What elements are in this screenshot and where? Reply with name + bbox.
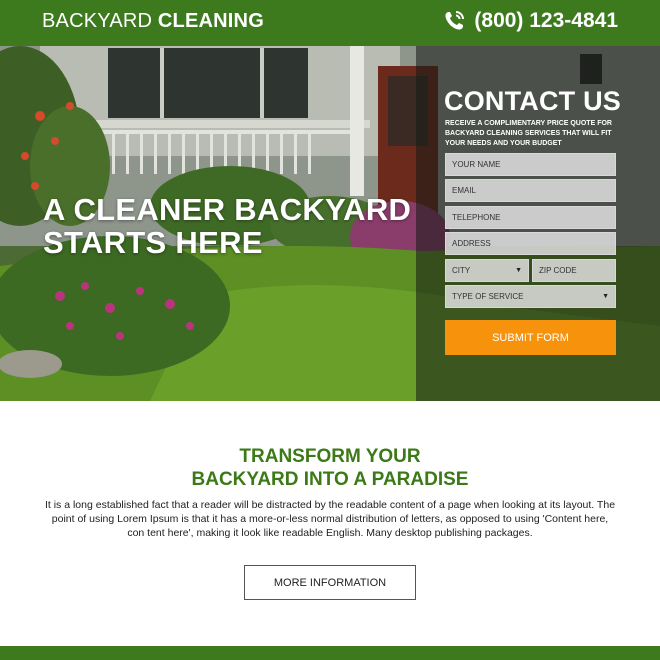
- service-select-value: TYPE OF SERVICE: [452, 292, 524, 301]
- brand-logo[interactable]: BACKYARD CLEANING: [42, 10, 264, 33]
- section-body-text: It is a long established fact that a rea…: [44, 499, 616, 539]
- hero-headline-line1: A CLEANER BACKYARD: [43, 192, 412, 227]
- brand-logo-bold: CLEANING: [157, 10, 264, 32]
- zip-field[interactable]: [532, 259, 616, 282]
- name-input[interactable]: [452, 154, 609, 175]
- service-select[interactable]: TYPE OF SERVICE ▼: [445, 285, 616, 308]
- email-input[interactable]: [452, 180, 609, 201]
- city-select-value: CITY: [452, 266, 471, 275]
- city-select[interactable]: CITY ▼: [445, 259, 529, 282]
- name-field[interactable]: [445, 153, 616, 176]
- contact-description: RECEIVE A COMPLIMENTARY PRICE QUOTE FOR …: [445, 120, 612, 147]
- chevron-down-icon: ▼: [602, 293, 609, 300]
- hero-headline-line2: STARTS HERE: [43, 225, 263, 260]
- section-title-line2: BACKYARD INTO A PARADISE: [191, 469, 469, 490]
- phone-number: (800) 123-4841: [474, 9, 618, 32]
- brand-logo-light: BACKYARD: [42, 10, 158, 32]
- address-input[interactable]: [452, 233, 609, 254]
- address-field[interactable]: [445, 232, 616, 255]
- more-information-button[interactable]: MORE INFORMATION: [244, 565, 416, 600]
- submit-form-button[interactable]: SUBMIT FORM: [445, 320, 616, 355]
- contact-form-panel: CONTACT US RECEIVE A COMPLIMENTARY PRICE…: [416, 46, 660, 401]
- phone-link[interactable]: (800) 123-4841: [442, 9, 618, 33]
- chevron-down-icon: ▼: [515, 267, 522, 274]
- footer-bar: [0, 646, 660, 660]
- zip-input[interactable]: [539, 260, 609, 281]
- contact-title: CONTACT US: [444, 86, 621, 116]
- section-title: TRANSFORM YOUR BACKYARD INTO A PARADISE: [0, 445, 660, 491]
- transform-section: TRANSFORM YOUR BACKYARD INTO A PARADISE …: [0, 401, 660, 646]
- section-title-line1: TRANSFORM YOUR: [239, 446, 421, 467]
- telephone-input[interactable]: [452, 207, 609, 228]
- email-field[interactable]: [445, 179, 616, 202]
- phone-icon: [445, 11, 465, 30]
- telephone-field[interactable]: [445, 206, 616, 229]
- site-header: BACKYARD CLEANING (800) 123-4841: [0, 0, 660, 46]
- hero-headline: A CLEANER BACKYARD STARTS HERE: [43, 193, 411, 259]
